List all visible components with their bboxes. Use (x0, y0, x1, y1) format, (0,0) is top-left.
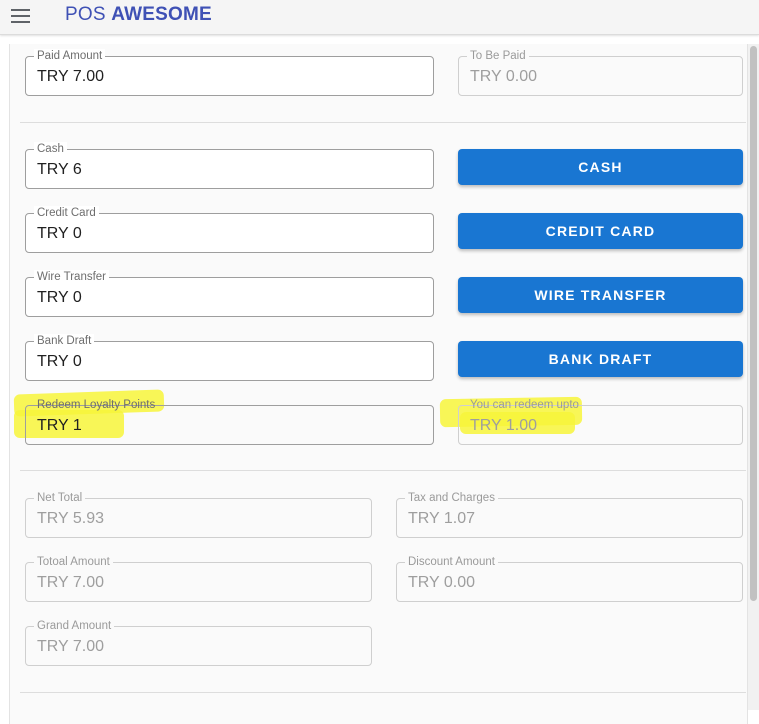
tax-and-charges-field: Tax and Charges TRY 1.07 (396, 491, 743, 538)
redeem-upto-field: You can redeem upto TRY 1.00 (458, 399, 743, 445)
app-bar: POS AWESOME (0, 0, 759, 35)
scrollbar-thumb[interactable] (750, 46, 757, 601)
paid-amount-value: TRY 7.00 (37, 68, 105, 85)
bank-draft-button[interactable]: BANK DRAFT (458, 341, 743, 377)
app-title: POS AWESOME (65, 4, 212, 26)
bank-draft-label: Bank Draft (34, 334, 95, 348)
cash-value: TRY 6 (37, 161, 82, 178)
to-be-paid-value: TRY 0.00 (470, 68, 538, 85)
credit-card-button[interactable]: CREDIT CARD (458, 213, 743, 249)
tax-and-charges-value: TRY 1.07 (408, 510, 476, 527)
app-title-prefix: POS (65, 4, 106, 25)
cash-field[interactable]: Cash TRY 6 (25, 142, 434, 189)
hamburger-menu-icon[interactable] (11, 8, 31, 24)
paid-amount-field[interactable]: Paid Amount TRY 7.00 (25, 49, 434, 96)
to-be-paid-label: To Be Paid (467, 49, 529, 63)
redeem-upto-label: You can redeem upto (470, 399, 579, 411)
tax-and-charges-label: Tax and Charges (405, 491, 498, 505)
credit-card-field[interactable]: Credit Card TRY 0 (25, 206, 434, 253)
grand-amount-label: Grand Amount (34, 619, 115, 633)
wire-transfer-value: TRY 0 (37, 289, 82, 306)
grand-amount-value: TRY 7.00 (37, 638, 105, 655)
bank-draft-value: TRY 0 (37, 353, 82, 370)
credit-card-value: TRY 0 (37, 225, 82, 242)
payment-card (9, 44, 748, 724)
divider (20, 122, 746, 123)
bank-draft-field[interactable]: Bank Draft TRY 0 (25, 334, 434, 381)
app-title-name: AWESOME (111, 4, 212, 25)
wire-transfer-label: Wire Transfer (34, 270, 110, 284)
divider (20, 470, 746, 471)
credit-card-label: Credit Card (34, 206, 99, 220)
redeem-loyalty-points-value: TRY 1 (37, 417, 82, 434)
paid-amount-label: Paid Amount (34, 49, 106, 63)
redeem-loyalty-points-field[interactable]: Redeem Loyalty Points TRY 1 (25, 399, 434, 445)
redeem-upto-value: TRY 1.00 (470, 417, 538, 434)
net-total-value: TRY 5.93 (37, 510, 105, 527)
cash-label: Cash (34, 142, 67, 156)
to-be-paid-field: To Be Paid TRY 0.00 (458, 49, 743, 96)
scrollbar[interactable] (748, 44, 759, 710)
redeem-loyalty-points-label: Redeem Loyalty Points (37, 399, 156, 411)
total-amount-field: Totoal Amount TRY 7.00 (25, 555, 372, 602)
discount-amount-field: Discount Amount TRY 0.00 (396, 555, 743, 602)
discount-amount-value: TRY 0.00 (408, 574, 476, 591)
cash-button[interactable]: CASH (458, 149, 743, 185)
wire-transfer-button[interactable]: WIRE TRANSFER (458, 277, 743, 313)
total-amount-label: Totoal Amount (34, 555, 113, 569)
divider (20, 692, 746, 693)
total-amount-value: TRY 7.00 (37, 574, 105, 591)
net-total-field: Net Total TRY 5.93 (25, 491, 372, 538)
wire-transfer-field[interactable]: Wire Transfer TRY 0 (25, 270, 434, 317)
grand-amount-field: Grand Amount TRY 7.00 (25, 619, 372, 666)
discount-amount-label: Discount Amount (405, 555, 498, 569)
net-total-label: Net Total (34, 491, 86, 505)
